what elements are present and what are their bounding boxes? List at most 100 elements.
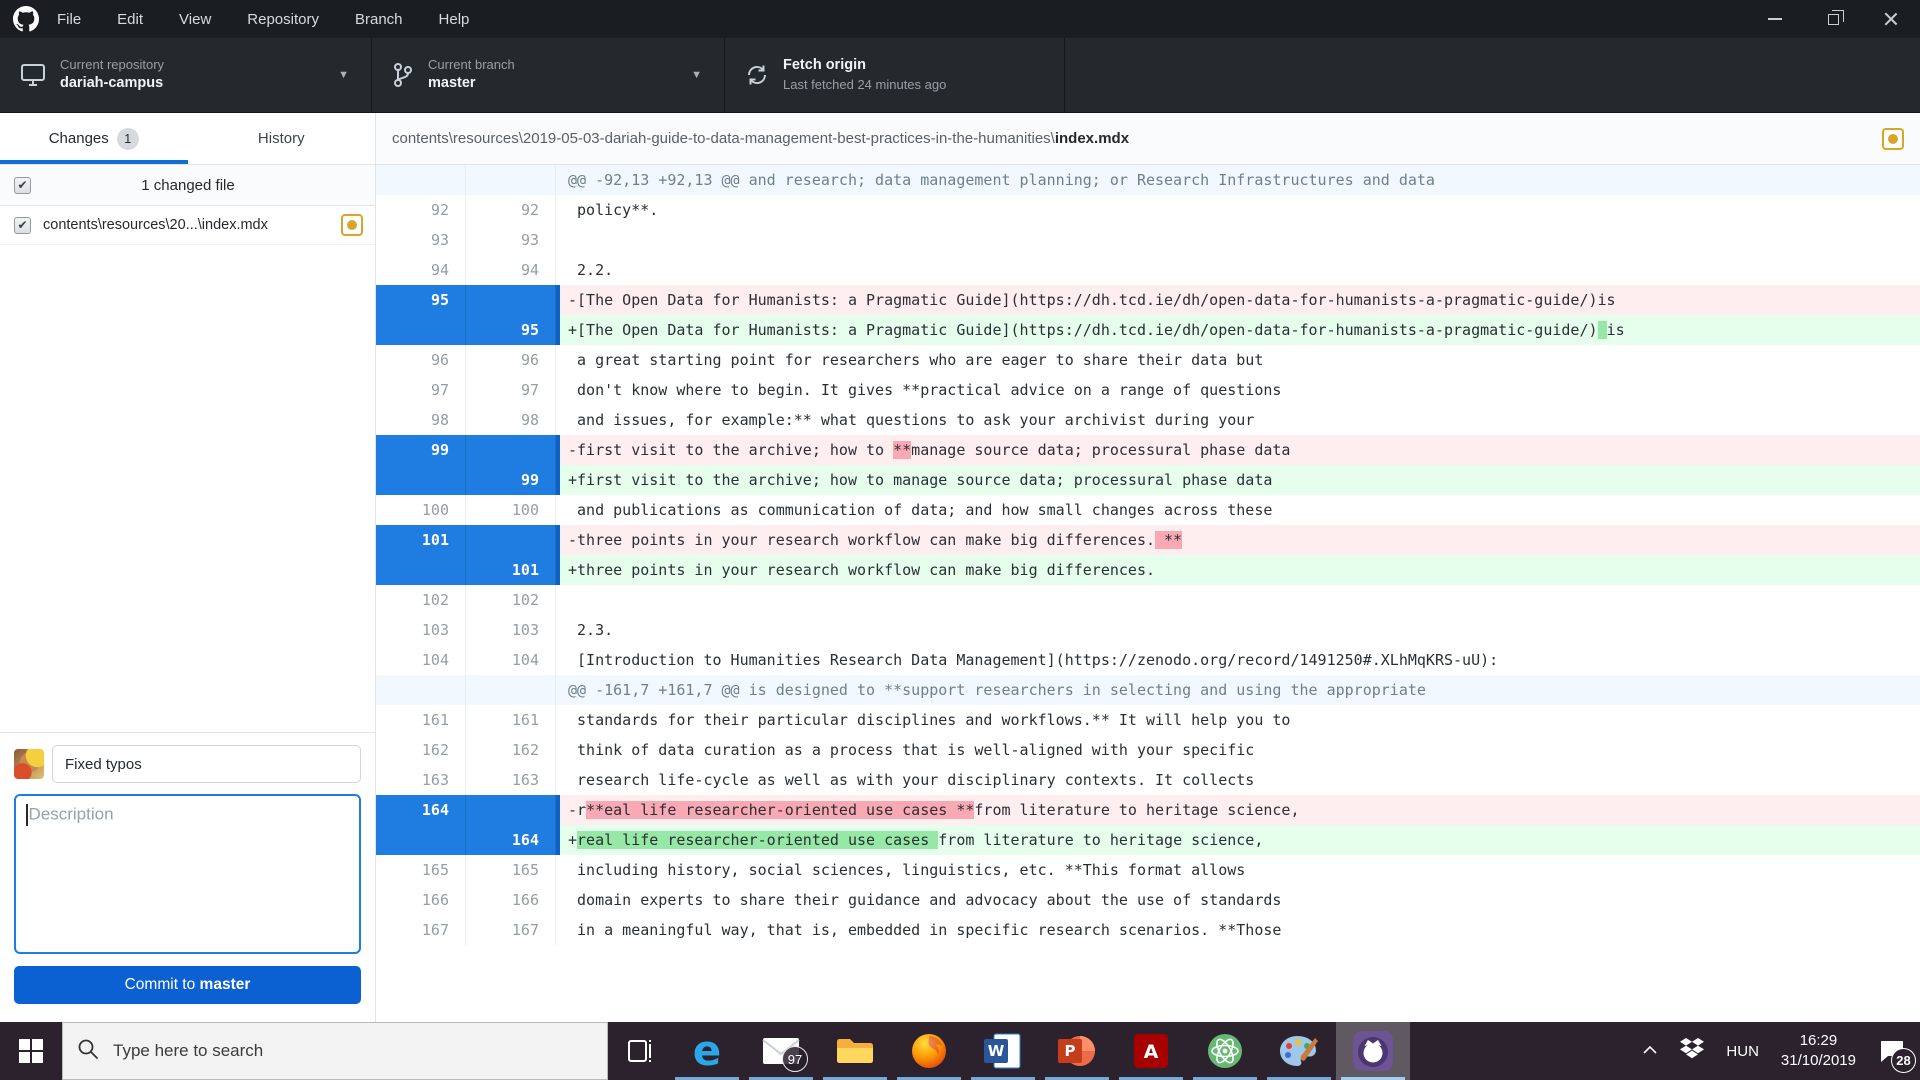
diff-row-context[interactable]: 103103 2.3. [376,615,1920,645]
repository-label: Current repository [60,56,164,74]
svg-text:W: W [988,1042,1005,1060]
diff-row-hunk[interactable]: @@ -92,13 +92,13 @@ and research; data m… [376,165,1920,195]
diff-row-context[interactable]: 9898 and issues, for example:** what que… [376,405,1920,435]
taskbar-clock[interactable]: 16:29 31/10/2019 [1781,1031,1856,1072]
diff-row-context[interactable]: 166166 domain experts to share their gui… [376,885,1920,915]
current-repository-selector[interactable]: Current repository dariah-campus ▼ [0,38,372,112]
taskbar-app-file-explorer[interactable] [818,1022,892,1080]
minimize-icon [1768,18,1782,20]
search-placeholder: Type here to search [113,1041,263,1061]
text-caret [26,804,28,826]
modified-status-icon [341,214,363,236]
taskbar-app-acrobat[interactable]: A [1114,1022,1188,1080]
changed-file-row[interactable]: ✔ contents\resources\20...\index.mdx [0,206,375,245]
commit-button[interactable]: Commit to master [14,966,361,1004]
tab-history-label: History [258,130,305,147]
repository-name: dariah-campus [60,74,164,94]
menu-repository[interactable]: Repository [247,11,319,28]
taskbar-apps: e97 W P A [670,1022,1410,1080]
menu-file[interactable]: File [57,11,81,28]
diff-row-hunk[interactable]: @@ -161,7 +161,7 @@ is designed to **sup… [376,675,1920,705]
start-button[interactable] [0,1022,62,1080]
diff-row-added[interactable]: 99+first visit to the archive; how to ma… [376,465,1920,495]
fetch-label: Fetch origin [783,56,946,76]
diff-row-context[interactable]: 104104 [Introduction to Humanities Resea… [376,645,1920,675]
restore-icon [1828,14,1839,25]
commit-form: Description Commit to master [0,732,375,1022]
taskbar-app-mail[interactable]: 97 [744,1022,818,1080]
tray-chevron-up-icon[interactable] [1642,1042,1658,1060]
sync-icon [745,63,769,87]
diff-row-added[interactable]: 101+three points in your research workfl… [376,555,1920,585]
select-all-checkbox[interactable]: ✔ [14,177,31,194]
diff-row-context[interactable]: 167167 in a meaningful way, that is, emb… [376,915,1920,945]
notification-count-badge: 28 [1891,1048,1916,1073]
changed-file-name: contents\resources\20...\index.mdx [43,217,329,233]
chevron-down-icon: ▼ [691,69,710,81]
diff-row-added[interactable]: 164+real life researcher-oriented use ca… [376,825,1920,855]
file-checkbox[interactable]: ✔ [14,217,31,234]
diff-row-removed[interactable]: 95-[The Open Data for Humanists: a Pragm… [376,285,1920,315]
window-controls [1746,0,1920,38]
changes-summary-label: 1 changed file [45,177,331,194]
menu-edit[interactable]: Edit [117,11,143,28]
diff-row-added[interactable]: 95+[The Open Data for Humanists: a Pragm… [376,315,1920,345]
commit-description-input[interactable]: Description [14,794,361,954]
changes-count-badge: 1 [117,128,139,150]
menu-branch[interactable]: Branch [355,11,403,28]
file-list-empty-area [0,245,375,732]
diff-view: @@ -92,13 +92,13 @@ and research; data m… [376,165,1920,1022]
sidebar-tabs: Changes 1 History [0,113,375,165]
tray-date: 31/10/2019 [1781,1051,1856,1071]
action-center-button[interactable]: 28 [1878,1038,1906,1064]
tab-history[interactable]: History [188,113,376,164]
diff-row-removed[interactable]: 99-first visit to the archive; how to **… [376,435,1920,465]
menu-view[interactable]: View [179,11,211,28]
fetch-sublabel: Last fetched 24 minutes ago [783,76,946,94]
diff-row-context[interactable]: 9494 2.2. [376,255,1920,285]
taskbar-app-atom[interactable] [1188,1022,1262,1080]
taskbar-app-firefox[interactable] [892,1022,966,1080]
tab-changes-label: Changes [49,130,109,147]
fetch-origin-button[interactable]: Fetch origin Last fetched 24 minutes ago [725,38,1065,112]
language-indicator[interactable]: HUN [1726,1043,1759,1060]
restore-button[interactable] [1804,0,1862,38]
task-view-button[interactable] [608,1022,670,1080]
file-explorer-icon [836,1036,874,1066]
diff-row-context[interactable]: 100100 and publications as communication… [376,495,1920,525]
search-icon [77,1038,99,1065]
dropbox-icon[interactable] [1680,1038,1704,1065]
diff-row-context[interactable]: 102102 [376,585,1920,615]
close-icon [1883,11,1899,27]
diff-row-removed[interactable]: 101-three points in your research workfl… [376,525,1920,555]
menu-help[interactable]: Help [439,11,470,28]
window-body: Changes 1 History ✔ 1 changed file ✔ con… [0,113,1920,1022]
commit-summary-input[interactable] [52,745,361,783]
minimize-button[interactable] [1746,0,1804,38]
taskbar-app-paint[interactable] [1262,1022,1336,1080]
current-branch-selector[interactable]: Current branch master ▼ [372,38,725,112]
diff-row-context[interactable]: 9393 [376,225,1920,255]
branch-label: Current branch [428,56,515,74]
diff-row-context[interactable]: 165165 including history, social science… [376,855,1920,885]
svg-text:A: A [1144,1041,1159,1063]
diff-file-header: contents\resources\2019-05-03-dariah-gui… [376,113,1920,165]
diff-row-context[interactable]: 162162 think of data curation as a proce… [376,735,1920,765]
close-button[interactable] [1862,0,1920,38]
taskbar-search-input[interactable]: Type here to search [62,1022,608,1080]
chevron-down-icon: ▼ [338,69,357,81]
diff-row-context[interactable]: 9797 don't know where to begin. It gives… [376,375,1920,405]
taskbar-app-word[interactable]: W [966,1022,1040,1080]
diff-row-context[interactable]: 9696 a great starting point for research… [376,345,1920,375]
diff-file-path: contents\resources\2019-05-03-dariah-gui… [392,130,1129,147]
windows-taskbar: Type here to search e97 W P A HUN 16:29 31/… [0,1022,1920,1080]
diff-row-removed[interactable]: 164-r**eal life researcher-oriented use … [376,795,1920,825]
taskbar-app-github-desktop[interactable] [1336,1022,1410,1080]
powerpoint-icon: P [1058,1033,1096,1069]
diff-row-context[interactable]: 163163 research life-cycle as well as wi… [376,765,1920,795]
taskbar-app-powerpoint[interactable]: P [1040,1022,1114,1080]
diff-row-context[interactable]: 161161 standards for their particular di… [376,705,1920,735]
diff-row-context[interactable]: 9292 policy**. [376,195,1920,225]
taskbar-app-edge[interactable]: e [670,1022,744,1080]
tab-changes[interactable]: Changes 1 [0,113,188,164]
